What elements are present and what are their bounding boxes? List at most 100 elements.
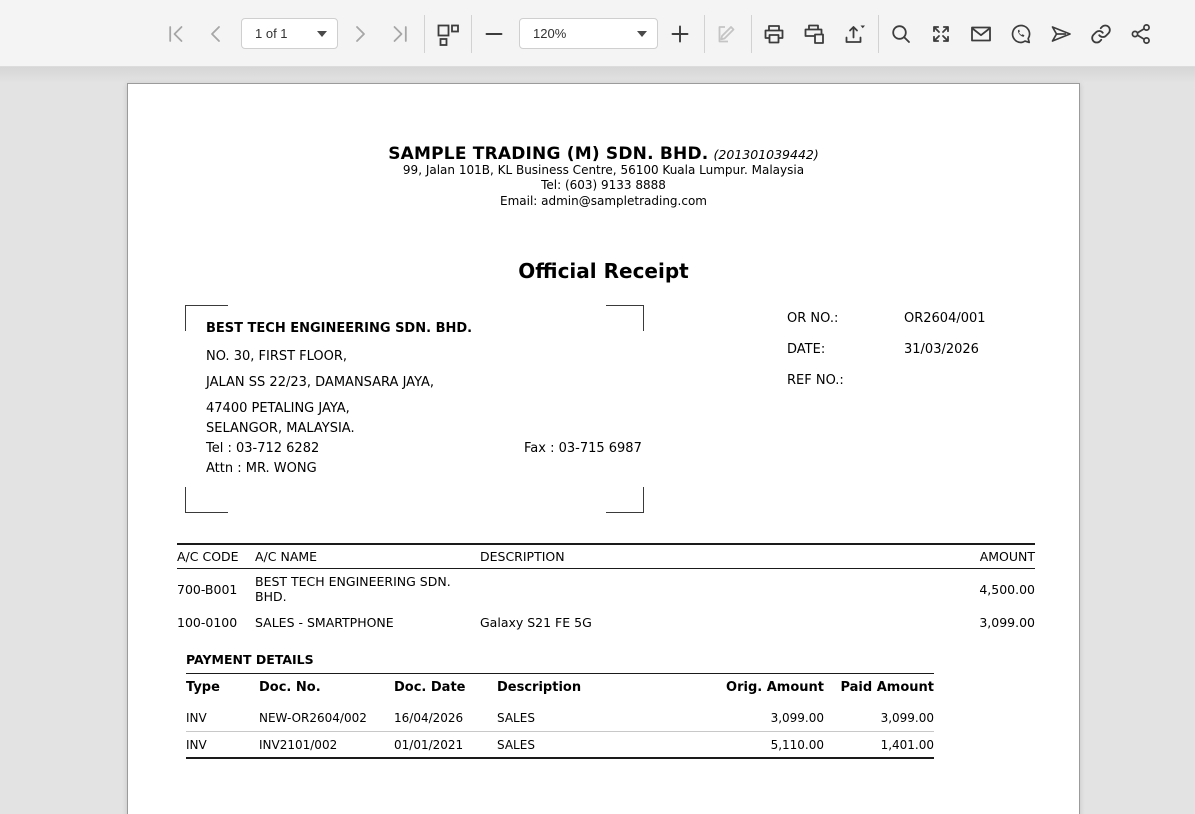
customer-address-line: SELANGOR, MALAYSIA. — [206, 421, 355, 436]
or-no-label: OR NO.: — [787, 311, 839, 326]
chevron-down-icon — [317, 30, 327, 37]
paid-amount-cell: 1,401.00 — [880, 737, 934, 752]
last-page-button[interactable] — [381, 15, 419, 53]
ac-name-cell: BEST TECH ENGINEERING SDN. BHD. — [255, 574, 451, 604]
payment-table-header: Type Doc. No. Doc. Date Description Orig… — [186, 673, 934, 701]
prev-page-button[interactable] — [197, 15, 235, 53]
document-viewer: SAMPLE TRADING (M) SDN. BHD. (2013010394… — [0, 67, 1195, 814]
search-icon — [889, 22, 913, 46]
document-title: Official Receipt — [518, 259, 689, 283]
description-cell: SALES — [497, 711, 535, 725]
page-layout-icon — [435, 22, 459, 46]
col-header-ac-code: A/C CODE — [177, 549, 239, 564]
table-row: INV NEW-OR2604/002 16/04/2026 SALES 3,09… — [186, 705, 934, 731]
zoom-out-button[interactable] — [475, 15, 513, 53]
print-button[interactable] — [755, 15, 793, 53]
type-cell: INV — [186, 711, 207, 725]
payment-details-section: PAYMENT DETAILS Type Doc. No. Doc. Date … — [186, 652, 934, 759]
company-header: SAMPLE TRADING (M) SDN. BHD. (2013010394… — [128, 146, 1079, 209]
company-name: SAMPLE TRADING (M) SDN. BHD. — [388, 144, 709, 164]
address-bracket-bottom-right — [606, 487, 644, 513]
toolbar-separator — [424, 14, 425, 53]
viewer-toolbar: 1 of 1 120% — [0, 0, 1195, 67]
col-header-amount: AMOUNT — [979, 549, 1035, 564]
col-header-paid-amount: Paid Amount — [840, 680, 934, 695]
doc-date-cell: 16/04/2026 — [394, 711, 464, 725]
address-bracket-top-right — [606, 305, 644, 331]
printer-page-icon — [802, 22, 826, 46]
chevron-right-icon — [348, 22, 372, 46]
address-bracket-bottom-left — [185, 487, 228, 513]
first-page-button[interactable] — [157, 15, 195, 53]
chevron-down-icon — [637, 30, 647, 37]
doc-no-cell: INV2101/002 — [259, 737, 338, 752]
first-page-icon — [164, 22, 188, 46]
share-button[interactable] — [1122, 15, 1160, 53]
print-page-button[interactable] — [795, 15, 833, 53]
share-icon — [1129, 22, 1153, 46]
toolbar-separator — [751, 14, 752, 53]
col-header-description: Description — [497, 680, 582, 695]
paper-plane-icon — [1049, 22, 1073, 46]
payment-table-body: INV NEW-OR2604/002 16/04/2026 SALES 3,09… — [186, 701, 934, 759]
customer-fax: Fax : 03-715 6987 — [524, 441, 642, 456]
items-table-header: A/C CODE A/C NAME DESCRIPTION AMOUNT — [177, 543, 1035, 569]
description-cell: Galaxy S21 FE 5G — [480, 614, 592, 630]
ac-code-cell: 700-B001 — [177, 581, 238, 597]
customer-name: BEST TECH ENGINEERING SDN. BHD. — [206, 321, 473, 336]
company-email: Email: admin@sampletrading.com — [500, 193, 707, 208]
page-select[interactable]: 1 of 1 — [241, 18, 338, 49]
amount-cell: 4,500.00 — [979, 581, 1035, 597]
customer-address-line: 47400 PETALING JAYA, — [206, 401, 350, 416]
toolbar-separator — [878, 14, 879, 53]
company-tel: Tel: (603) 9133 8888 — [541, 178, 666, 192]
document-page: SAMPLE TRADING (M) SDN. BHD. (2013010394… — [127, 83, 1080, 814]
copy-link-button[interactable] — [1082, 15, 1120, 53]
customer-attn: Attn : MR. WONG — [206, 461, 317, 476]
table-row: INV INV2101/002 01/01/2021 SALES 5,110.0… — [186, 731, 934, 757]
toolbar-separator — [471, 14, 472, 53]
col-header-description: DESCRIPTION — [480, 549, 565, 564]
fullscreen-button[interactable] — [922, 15, 960, 53]
doc-date-cell: 01/01/2021 — [394, 737, 464, 752]
ref-no-label: REF NO.: — [787, 373, 844, 388]
zoom-select[interactable]: 120% — [519, 18, 658, 49]
page-layout-button[interactable] — [428, 15, 466, 53]
date-value: 31/03/2026 — [904, 342, 979, 357]
paid-amount-cell: 3,099.00 — [880, 711, 934, 725]
doc-no-cell: NEW-OR2604/002 — [259, 711, 367, 725]
edit-icon — [715, 22, 739, 46]
customer-tel: Tel : 03-712 6282 — [206, 441, 320, 456]
email-button[interactable] — [962, 15, 1000, 53]
minus-icon — [482, 22, 506, 46]
table-row: 700-B001 BEST TECH ENGINEERING SDN. BHD.… — [177, 569, 1035, 609]
search-button[interactable] — [882, 15, 920, 53]
amount-cell: 3,099.00 — [979, 614, 1035, 630]
orig-amount-cell: 3,099.00 — [770, 711, 824, 725]
export-icon — [842, 22, 866, 46]
whatsapp-button[interactable] — [1002, 15, 1040, 53]
table-row: 100-0100 SALES - SMARTPHONE Galaxy S21 F… — [177, 609, 1035, 635]
col-header-doc-no: Doc. No. — [259, 680, 321, 695]
last-page-icon — [388, 22, 412, 46]
company-registration-no: (201301039442) — [713, 147, 819, 162]
toolbar-content: 1 of 1 120% — [157, 0, 1162, 67]
items-table: A/C CODE A/C NAME DESCRIPTION AMOUNT 700… — [177, 543, 1035, 635]
chevron-left-icon — [204, 22, 228, 46]
col-header-orig-amount: Orig. Amount — [726, 680, 824, 695]
customer-tel-fax-line: Tel : 03-712 6282 Fax : 03-715 6987 — [206, 441, 642, 456]
send-button[interactable] — [1042, 15, 1080, 53]
edit-annotations-button[interactable] — [708, 15, 746, 53]
col-header-ac-name: A/C NAME — [255, 549, 318, 564]
export-button[interactable] — [835, 15, 873, 53]
whatsapp-icon — [1009, 22, 1033, 46]
ac-code-cell: 100-0100 — [177, 614, 238, 630]
or-no-value: OR2604/001 — [904, 311, 986, 326]
envelope-icon — [969, 22, 993, 46]
date-label: DATE: — [787, 342, 826, 357]
fullscreen-icon — [929, 22, 953, 46]
next-page-button[interactable] — [341, 15, 379, 53]
zoom-in-button[interactable] — [661, 15, 699, 53]
col-header-type: Type — [186, 680, 220, 695]
description-cell: SALES — [497, 737, 535, 752]
